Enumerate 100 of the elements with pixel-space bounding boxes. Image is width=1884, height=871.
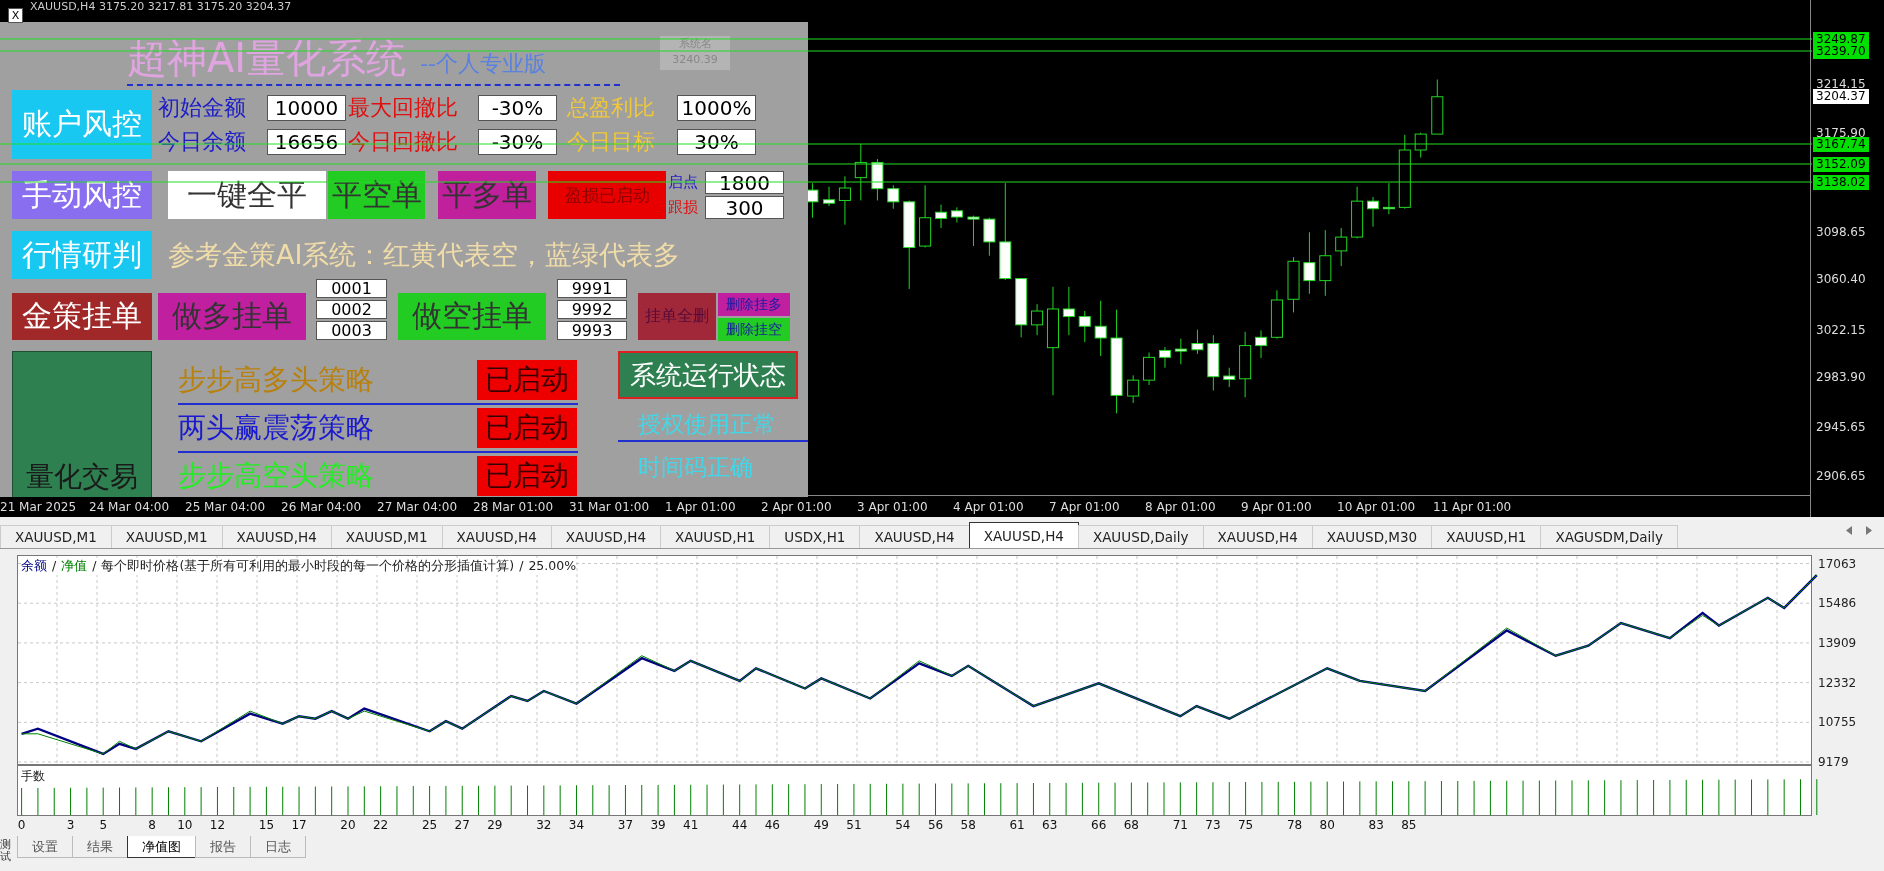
tester-tab[interactable]: 日志 bbox=[250, 836, 306, 858]
sell-orders-button[interactable]: 做空挂单 bbox=[398, 293, 546, 340]
time-axis-label: 25 Mar 04:00 bbox=[185, 499, 267, 514]
x-axis-label: 56 bbox=[927, 818, 944, 832]
legend-separator: / bbox=[52, 558, 57, 575]
strategy-name: 步步高多头策略 bbox=[178, 362, 375, 398]
legend-separator: / bbox=[519, 558, 524, 575]
side-tab[interactable]: 测试 bbox=[0, 838, 11, 863]
x-axis-label: 0 bbox=[17, 818, 26, 832]
y-axis-label: 9179 bbox=[1818, 755, 1849, 769]
x-axis-label: 83 bbox=[1368, 818, 1384, 832]
tester-tab[interactable]: 净值图 bbox=[127, 836, 196, 858]
y-axis-label: 10755 bbox=[1818, 715, 1857, 730]
x-axis-label: 20 bbox=[340, 818, 356, 832]
x-axis-label: 51 bbox=[846, 818, 862, 832]
candle bbox=[806, 182, 819, 219]
time-axis-label: 26 Mar 04:00 bbox=[281, 499, 363, 514]
x-axis-label: 8 bbox=[148, 818, 156, 832]
chart-symbol-info: XAUUSD,H4 3175.20 3217.81 3175.20 3204.37 bbox=[30, 0, 292, 13]
strategy-status-button[interactable]: 已启动 bbox=[477, 456, 577, 496]
candle bbox=[950, 206, 963, 224]
lots-label: 手数 bbox=[21, 768, 45, 785]
candle bbox=[919, 184, 932, 248]
candle bbox=[1207, 334, 1220, 391]
chart-tab[interactable]: XAUUSD,M1 bbox=[0, 525, 112, 548]
pending-orders-button[interactable]: 金策挂单 bbox=[12, 293, 152, 340]
chart-tab[interactable]: XAUUSD,H4 bbox=[968, 522, 1079, 548]
price-axis-label: 3152.09 bbox=[1813, 157, 1869, 172]
order-id-field[interactable]: 0002 bbox=[316, 300, 387, 319]
x-axis-label: 54 bbox=[895, 818, 911, 832]
x-axis-label: 80 bbox=[1319, 818, 1335, 832]
candle bbox=[983, 217, 996, 257]
x-axis-label: 32 bbox=[536, 818, 552, 832]
price-axis-label: 3175.90 bbox=[1815, 126, 1867, 140]
field-label: 今日余额 bbox=[158, 127, 247, 156]
order-id-field[interactable]: 0003 bbox=[316, 321, 387, 340]
candle bbox=[1031, 303, 1044, 336]
candle bbox=[967, 215, 980, 247]
time-axis-label: 2 Apr 01:00 bbox=[761, 499, 833, 514]
value-field[interactable]: 1000% bbox=[677, 94, 756, 121]
tester-tab[interactable]: 报告 bbox=[195, 836, 251, 858]
price-axis-label: 3214.15 bbox=[1815, 77, 1867, 91]
x-axis-label: 41 bbox=[683, 818, 699, 832]
x-axis-label: 44 bbox=[732, 818, 748, 832]
candle bbox=[1127, 374, 1140, 404]
candle bbox=[871, 158, 884, 201]
legend-separator: / bbox=[92, 558, 97, 575]
system-status-button[interactable]: 系统运行状态 bbox=[618, 351, 798, 399]
candle bbox=[1270, 289, 1283, 340]
value-field[interactable]: -30% bbox=[478, 94, 557, 121]
action-button[interactable]: 平空单 bbox=[328, 171, 425, 219]
close-button[interactable]: X bbox=[8, 8, 23, 23]
scroll-left-icon[interactable] bbox=[1846, 526, 1852, 535]
analysis-note: 参考金策AI系统：红黄代表空，蓝绿代表多 bbox=[168, 238, 681, 272]
x-axis-label: 17 bbox=[291, 818, 307, 832]
candle bbox=[935, 204, 947, 229]
candle bbox=[1414, 132, 1427, 159]
time-axis-label: 1 Apr 01:00 bbox=[665, 499, 737, 514]
tester-tab[interactable]: 设置 bbox=[17, 836, 73, 858]
chart-tab[interactable]: XAGUSDM,Daily bbox=[1540, 525, 1679, 548]
price-axis-label: 2945.65 bbox=[1815, 420, 1867, 435]
candle bbox=[1367, 196, 1379, 228]
price-axis-label: 3098.65 bbox=[1815, 225, 1867, 240]
x-axis-label: 27 bbox=[454, 818, 470, 832]
x-axis-label: 71 bbox=[1172, 818, 1188, 832]
manual-risk-button[interactable]: 手动风控 bbox=[12, 171, 152, 219]
param-field[interactable]: 1800 bbox=[705, 171, 784, 194]
x-axis-label: 66 bbox=[1091, 818, 1107, 832]
x-axis-label: 10 bbox=[177, 818, 193, 832]
order-id-field[interactable]: 9991 bbox=[557, 279, 627, 298]
scroll-right-icon[interactable] bbox=[1866, 526, 1872, 535]
x-axis-label: 46 bbox=[764, 818, 780, 832]
param-field[interactable]: 300 bbox=[705, 196, 784, 219]
value-field[interactable]: 16656 bbox=[267, 128, 346, 155]
field-label: 总盈利比 bbox=[567, 93, 656, 122]
order-id-field[interactable]: 0001 bbox=[316, 279, 387, 298]
price-axis-label: 2906.65 bbox=[1815, 469, 1867, 484]
x-axis-label: 73 bbox=[1205, 818, 1221, 832]
chart-description: 每个即时价格(基于所有可利用的最小时段的每一个价格的分形插值计算) bbox=[101, 558, 515, 575]
strategy-status-button[interactable]: 已启动 bbox=[477, 360, 577, 400]
candle bbox=[1015, 278, 1028, 338]
x-axis-label: 3 bbox=[66, 818, 75, 832]
delete-sell-button[interactable]: 删除挂空 bbox=[718, 318, 790, 341]
price-axis-label: 3060.40 bbox=[1815, 272, 1867, 287]
time-axis-label: 21 Mar 2025 bbox=[0, 499, 78, 514]
value-field[interactable]: -30% bbox=[478, 128, 557, 155]
chart-tab[interactable]: XAUUSD,Daily bbox=[1077, 525, 1204, 548]
value-field[interactable]: 30% bbox=[677, 128, 756, 155]
value-field[interactable]: 10000 bbox=[267, 94, 346, 121]
strategy-status-button[interactable]: 已启动 bbox=[477, 408, 577, 448]
x-axis-label: 61 bbox=[1009, 818, 1025, 832]
candle bbox=[1351, 186, 1364, 239]
y-axis-label: 15486 bbox=[1818, 596, 1857, 611]
field-label: 初始金额 bbox=[158, 93, 247, 122]
order-id-field[interactable]: 9992 bbox=[557, 300, 627, 319]
x-axis-label: 12 bbox=[209, 818, 226, 832]
action-button[interactable]: 一键全平 bbox=[168, 171, 326, 219]
order-id-field[interactable]: 9993 bbox=[557, 321, 627, 340]
candle bbox=[838, 175, 851, 226]
candle bbox=[1174, 338, 1187, 365]
